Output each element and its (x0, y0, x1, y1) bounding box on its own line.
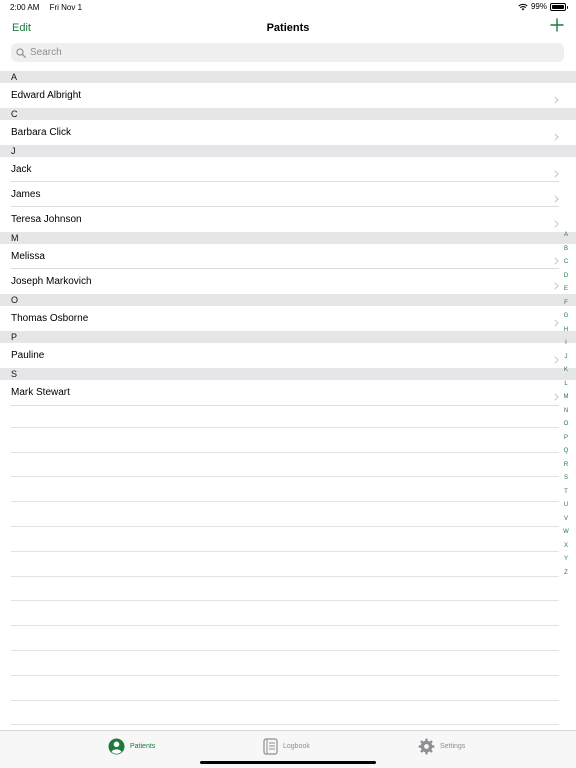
index-letter[interactable]: A (561, 229, 571, 243)
chevron-right-icon (554, 215, 559, 233)
tab-patients-label: Patients (130, 743, 156, 750)
home-indicator (200, 761, 376, 764)
empty-row (11, 403, 559, 428)
patient-row[interactable]: Teresa Johnson (0, 207, 576, 232)
status-date: Fri Nov 1 (49, 3, 83, 12)
index-letter[interactable]: G (561, 310, 571, 324)
empty-row (11, 701, 559, 726)
patient-row[interactable]: Pauline (0, 343, 576, 368)
tab-logbook[interactable]: Logbook (263, 738, 310, 755)
section-header: C (0, 108, 576, 120)
index-letter[interactable]: X (561, 540, 571, 554)
patient-name: Melissa (11, 251, 45, 262)
patient-row[interactable]: Melissa (0, 244, 576, 269)
section-header: P (0, 331, 576, 343)
index-letter[interactable]: E (561, 283, 571, 297)
chevron-right-icon (554, 128, 559, 146)
patient-name: Pauline (11, 350, 45, 361)
empty-row (11, 651, 559, 676)
chevron-right-icon (554, 277, 559, 295)
status-bar: 2:00 AM Fri Nov 1 99% (0, 0, 576, 14)
patient-name: Barbara Click (11, 127, 72, 138)
chevron-right-icon (554, 314, 559, 332)
patient-row[interactable]: Edward Albright (0, 83, 576, 108)
navigation-bar: Edit Patients (0, 14, 576, 42)
index-letter[interactable]: W (561, 526, 571, 540)
wifi-icon (518, 3, 528, 10)
empty-row (11, 676, 559, 701)
battery-percent: 99% (530, 2, 547, 11)
index-letter[interactable]: F (561, 297, 571, 311)
index-letter[interactable]: C (561, 256, 571, 270)
index-letter[interactable]: H (561, 324, 571, 338)
person-circle-icon (108, 738, 125, 755)
tab-bar: Patients Logbook Settings (0, 730, 576, 768)
index-letter[interactable]: J (561, 351, 571, 365)
section-index[interactable]: ABCDEFGHIJKLMNOPQRSTUVWXYZ (561, 229, 571, 580)
add-patient-button[interactable] (550, 18, 564, 32)
search-bar[interactable] (11, 43, 564, 62)
section-header: M (0, 232, 576, 244)
index-letter[interactable]: S (561, 472, 571, 486)
index-letter[interactable]: L (561, 378, 571, 392)
index-letter[interactable]: D (561, 270, 571, 284)
index-letter[interactable]: T (561, 486, 571, 500)
patient-name: Joseph Markovich (11, 276, 92, 287)
empty-row (11, 527, 559, 552)
patient-list: A Edward Albright C Barbara Click J Jack James… (0, 71, 576, 406)
index-letter[interactable]: U (561, 499, 571, 513)
patient-row[interactable]: Joseph Markovich (0, 269, 576, 294)
section-header: S (0, 368, 576, 380)
empty-row (11, 428, 559, 453)
search-icon (16, 47, 26, 58)
page-title: Patients (266, 22, 310, 34)
patient-name: Teresa Johnson (11, 214, 82, 225)
gear-icon (418, 738, 435, 755)
index-letter[interactable]: Q (561, 445, 571, 459)
chevron-right-icon (554, 91, 559, 109)
index-letter[interactable]: Y (561, 553, 571, 567)
notebook-icon (263, 738, 278, 755)
index-letter[interactable]: V (561, 513, 571, 527)
patient-name: Edward Albright (11, 90, 82, 101)
index-letter[interactable]: B (561, 243, 571, 257)
section-header: J (0, 145, 576, 157)
empty-row (11, 477, 559, 503)
tab-logbook-label: Logbook (283, 743, 310, 750)
tab-settings-label: Settings (440, 743, 466, 750)
tab-settings[interactable]: Settings (418, 738, 465, 755)
battery-icon (550, 2, 568, 11)
patient-name: Thomas Osborne (11, 313, 89, 324)
tab-patients[interactable]: Patients (108, 738, 155, 755)
search-input[interactable] (30, 47, 530, 58)
index-letter[interactable]: Z (561, 567, 571, 581)
empty-row (11, 577, 559, 602)
patient-name: Mark Stewart (11, 387, 70, 398)
empty-row (11, 626, 559, 651)
empty-row (11, 552, 559, 577)
patient-row[interactable]: Thomas Osborne (0, 306, 576, 331)
index-letter[interactable]: K (561, 364, 571, 378)
section-header: A (0, 71, 576, 83)
empty-list-area (11, 403, 559, 726)
empty-row (11, 453, 559, 478)
chevron-right-icon (554, 351, 559, 369)
index-letter[interactable]: P (561, 432, 571, 446)
index-letter[interactable]: O (561, 418, 571, 432)
index-letter[interactable]: R (561, 459, 571, 473)
patient-row[interactable]: Jack (0, 157, 576, 182)
empty-row (11, 601, 559, 627)
patient-row[interactable]: James (0, 182, 576, 207)
index-letter[interactable]: I (561, 337, 571, 351)
patient-name: Jack (11, 164, 32, 175)
patient-row[interactable]: Barbara Click (0, 120, 576, 145)
battery-fill (552, 4, 564, 9)
index-letter[interactable]: N (561, 405, 571, 419)
index-letter[interactable]: M (561, 391, 571, 405)
section-header: O (0, 294, 576, 306)
patient-row[interactable]: Mark Stewart (0, 380, 576, 405)
patient-name: James (11, 189, 41, 200)
status-time: 2:00 AM (10, 3, 40, 12)
empty-row (11, 502, 559, 527)
